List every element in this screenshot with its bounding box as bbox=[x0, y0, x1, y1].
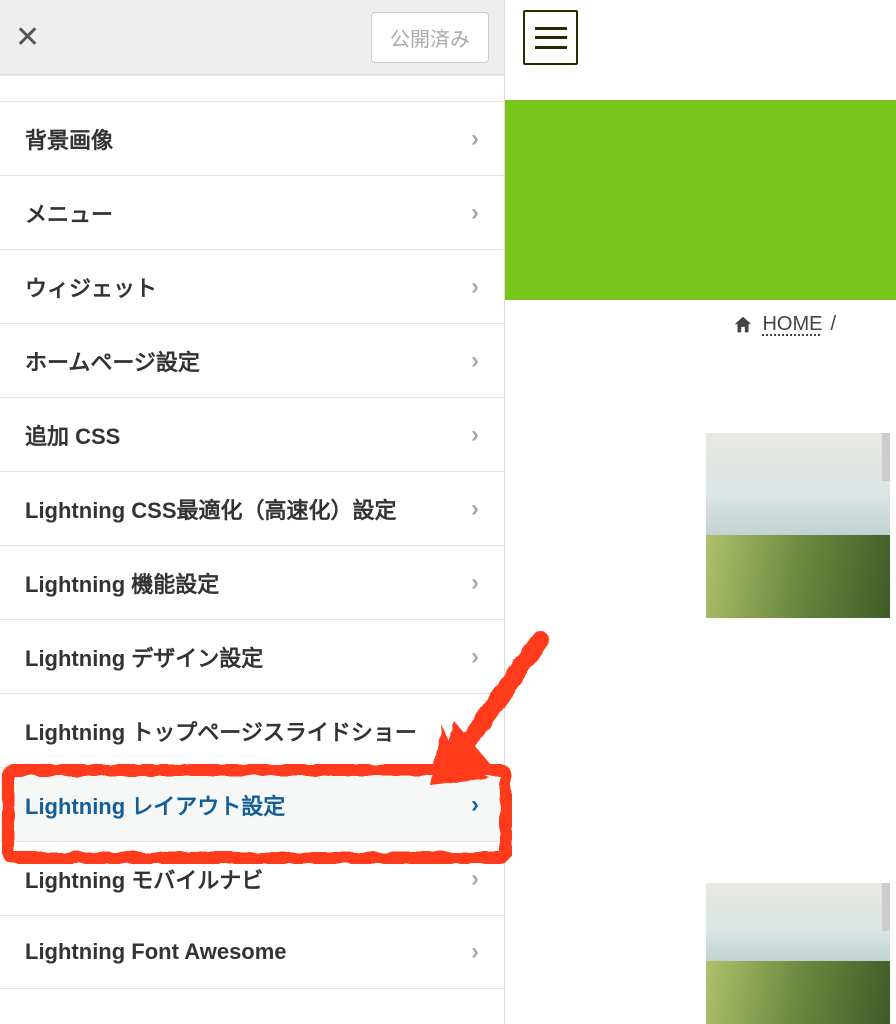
menu-item[interactable]: ウィジェット › bbox=[0, 249, 504, 323]
chevron-right-icon: › bbox=[471, 421, 479, 449]
menu-item-label: Lightning レイアウト設定 bbox=[25, 789, 285, 821]
menu-item[interactable]: 背景画像 › bbox=[0, 101, 504, 175]
publish-button[interactable]: 公開済み bbox=[371, 12, 489, 63]
menu-item-label: 追加 CSS bbox=[25, 419, 120, 451]
breadcrumb: HOME / bbox=[732, 313, 836, 336]
menu-item-label: Lightning トップページスライドショー bbox=[25, 715, 417, 747]
menu-item-label: ホームページ設定 bbox=[25, 345, 200, 377]
chevron-right-icon: › bbox=[471, 347, 479, 375]
menu-item-label: ウィジェット bbox=[25, 271, 157, 303]
customizer-topbar: ✕ 公開済み bbox=[0, 0, 504, 75]
chevron-right-icon: › bbox=[471, 791, 479, 819]
chevron-right-icon: › bbox=[471, 199, 479, 227]
site-header-bg bbox=[505, 100, 896, 300]
chevron-right-icon: › bbox=[471, 717, 479, 745]
menu-item-label: Lightning CSS最適化（高速化）設定 bbox=[25, 493, 397, 525]
menu-item-label: Lightning モバイルナビ bbox=[25, 863, 263, 895]
preview-thumbnail bbox=[706, 883, 890, 1024]
menu-item-label: Lightning デザイン設定 bbox=[25, 641, 263, 673]
menu-item-label: 背景画像 bbox=[25, 123, 113, 155]
preview-thumbnail bbox=[706, 433, 890, 618]
menu-item[interactable]: Lightning 機能設定 › bbox=[0, 545, 504, 619]
menu-item[interactable]: 追加 CSS › bbox=[0, 397, 504, 471]
menu-item[interactable]: Lightning Font Awesome › bbox=[0, 915, 504, 989]
chevron-right-icon: › bbox=[471, 569, 479, 597]
menu-item[interactable]: Lightning モバイルナビ › bbox=[0, 841, 504, 915]
menu-item[interactable]: メニュー › bbox=[0, 175, 504, 249]
chevron-right-icon: › bbox=[471, 643, 479, 671]
customizer-panel: ✕ 公開済み 背景画像 › メニュー › ウィジェット › ホームページ設定 › 追加 CSS ›… bbox=[0, 0, 505, 1024]
menu-item[interactable]: ホームページ設定 › bbox=[0, 323, 504, 397]
home-icon bbox=[732, 314, 754, 336]
menu-item[interactable]: Lightning デザイン設定 › bbox=[0, 619, 504, 693]
chevron-right-icon: › bbox=[471, 495, 479, 523]
chevron-right-icon: › bbox=[471, 125, 479, 153]
hamburger-icon bbox=[535, 27, 567, 49]
hamburger-button[interactable] bbox=[523, 10, 578, 65]
customizer-menu: 背景画像›メニュー›ウィジェット›ホームページ設定›追加 CSS›Lightni… bbox=[0, 75, 504, 1024]
chevron-right-icon: › bbox=[471, 865, 479, 893]
close-icon[interactable]: ✕ bbox=[15, 20, 40, 55]
chevron-right-icon: › bbox=[471, 938, 479, 966]
menu-item[interactable]: Lightning レイアウト設定 › bbox=[0, 767, 504, 841]
menu-item[interactable]: Lightning トップページスライドショー › bbox=[0, 693, 504, 767]
preview-pane: HOME / bbox=[505, 0, 896, 1024]
menu-item-label: メニュー bbox=[25, 197, 113, 229]
chevron-right-icon: › bbox=[471, 273, 479, 301]
breadcrumb-home[interactable]: HOME bbox=[762, 313, 822, 336]
menu-item-label: Lightning 機能設定 bbox=[25, 567, 219, 599]
menu-item[interactable]: Lightning CSS最適化（高速化）設定 › bbox=[0, 471, 504, 545]
menu-item-label: Lightning Font Awesome bbox=[25, 939, 287, 965]
breadcrumb-sep: / bbox=[830, 313, 836, 336]
